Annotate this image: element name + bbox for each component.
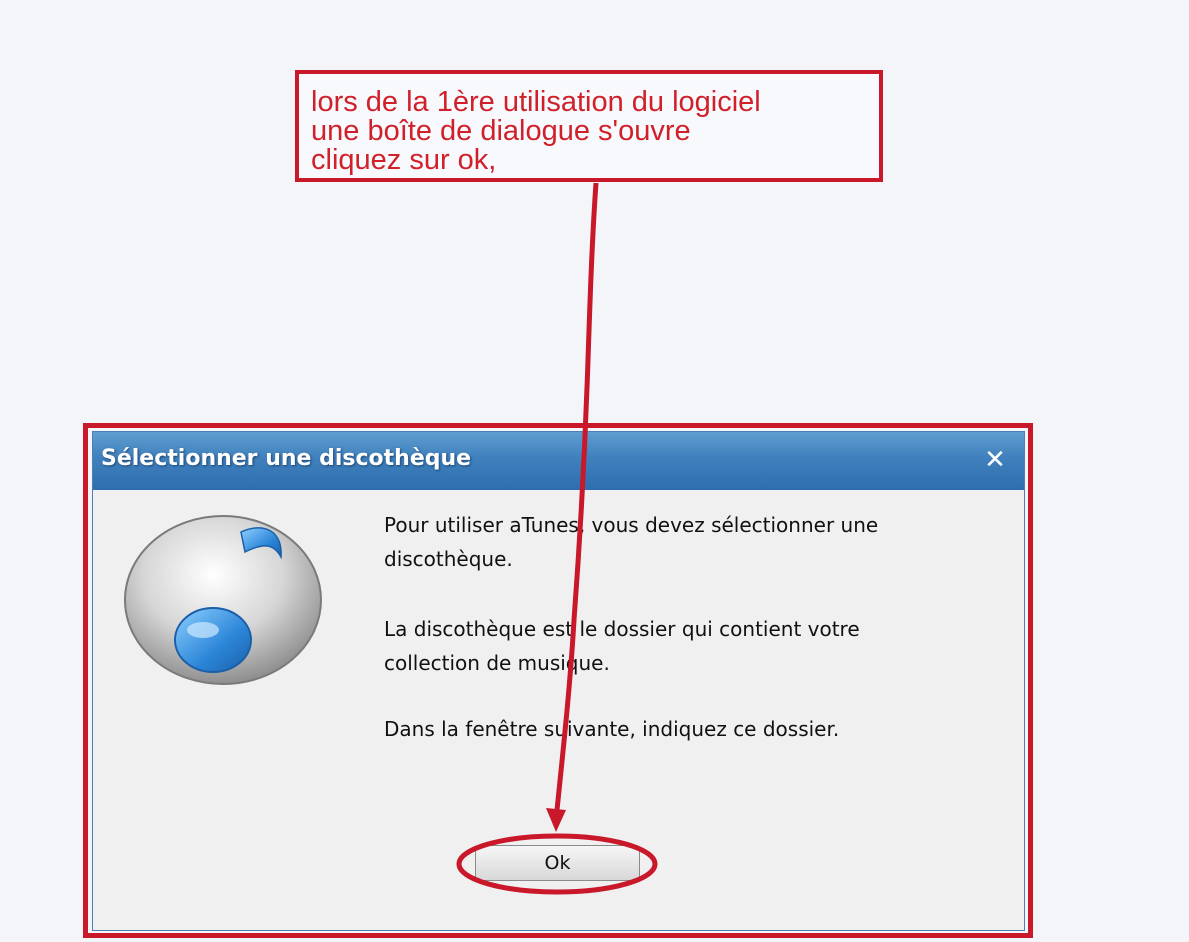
ok-button[interactable]: Ok <box>475 845 640 881</box>
instruction-line: cliquez sur ok, <box>311 144 497 176</box>
music-note-icon <box>124 515 322 685</box>
message-line: collection de musique. <box>384 651 610 675</box>
dialog-titlebar: Sélectionner une discothèque ✕ <box>93 432 1024 490</box>
message-line: La discothèque est le dossier qui contie… <box>384 617 860 641</box>
message-line: Pour utiliser aTunes, vous devez sélecti… <box>384 513 879 537</box>
instruction-line: une boîte de dialogue s'ouvre <box>311 115 691 147</box>
instruction-callout: lors de la 1ère utilisation du logiciel … <box>295 70 883 182</box>
message-line: discothèque. <box>384 547 513 571</box>
dialog-content: Pour utiliser aTunes, vous devez sélecti… <box>93 490 1024 930</box>
message-line: Dans la fenêtre suivante, indiquez ce do… <box>384 717 840 741</box>
library-definition-paragraph: La discothèque est le dossier qui contie… <box>384 612 1004 680</box>
instruction-line: lors de la 1ère utilisation du logiciel <box>311 86 761 118</box>
next-window-paragraph: Dans la fenêtre suivante, indiquez ce do… <box>384 712 1004 746</box>
select-library-dialog: Sélectionner une discothèque ✕ Pour util… <box>92 431 1025 931</box>
dialog-title: Sélectionner une discothèque <box>101 446 472 471</box>
intro-paragraph: Pour utiliser aTunes, vous devez sélecti… <box>384 508 1004 576</box>
close-icon[interactable]: ✕ <box>980 445 1010 475</box>
